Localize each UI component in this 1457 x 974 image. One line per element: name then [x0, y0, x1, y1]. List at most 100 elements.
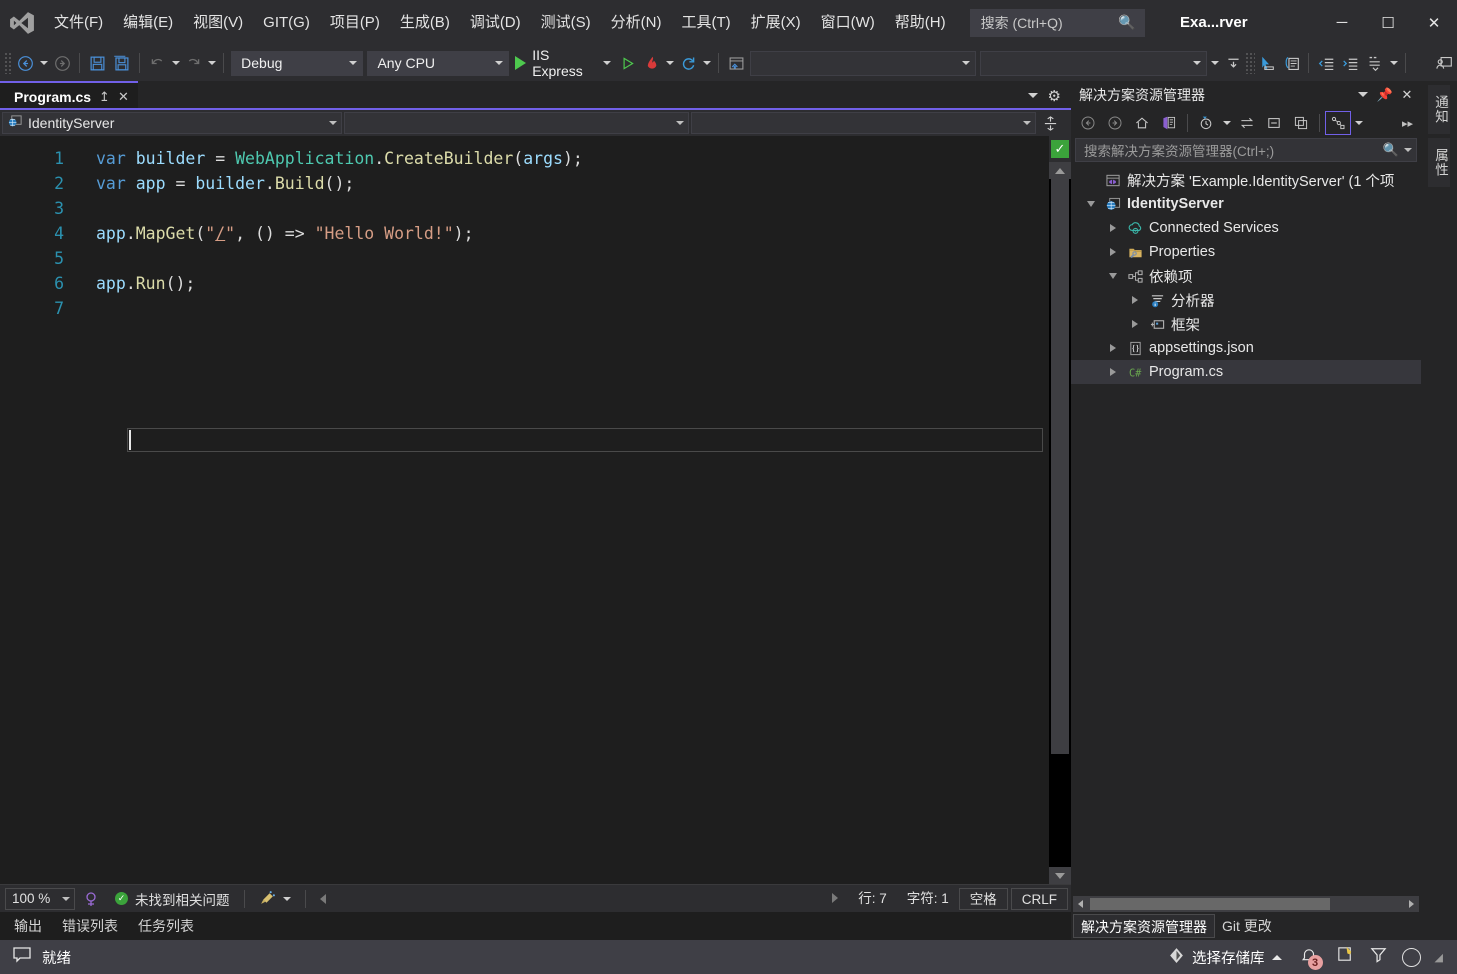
- line-down-icon[interactable]: [1221, 50, 1245, 76]
- solution-explorer-search-input[interactable]: 搜索解决方案资源管理器(Ctrl+;) 🔍: [1075, 138, 1417, 162]
- menu-item-help[interactable]: 帮助(H): [885, 0, 956, 45]
- toolbar-overflow-icon[interactable]: [1209, 50, 1221, 76]
- toolbar-grip[interactable]: [4, 52, 14, 74]
- twisty-expanded[interactable]: [1083, 192, 1099, 216]
- menu-item-tools[interactable]: 工具(T): [671, 0, 740, 45]
- maximize-button[interactable]: ☐: [1365, 0, 1411, 45]
- line-ending-indicator[interactable]: CRLF: [1010, 887, 1068, 910]
- tab-git-changes[interactable]: Git 更改: [1215, 914, 1279, 938]
- outdent-icon[interactable]: [1314, 50, 1338, 76]
- twisty-collapsed[interactable]: [1127, 312, 1143, 336]
- tree-item-dependencies[interactable]: 依赖项: [1071, 264, 1421, 288]
- menu-item-window[interactable]: 窗口(W): [811, 0, 885, 45]
- close-button[interactable]: ✕: [1411, 0, 1457, 45]
- menu-item-edit[interactable]: 编辑(E): [113, 0, 183, 45]
- navigate-backward-dropdown-icon[interactable]: [38, 50, 50, 76]
- tree-item-connected-services[interactable]: Connected Services: [1071, 216, 1421, 240]
- toolbar-combo-empty-1[interactable]: [750, 50, 977, 76]
- feedback-smiley-icon[interactable]: [1336, 945, 1355, 969]
- comment-lines-icon[interactable]: [1363, 50, 1387, 76]
- resize-grip-icon[interactable]: ◢: [1435, 951, 1443, 964]
- view-options-dropdown-icon[interactable]: [1352, 110, 1365, 136]
- close-icon[interactable]: ✕: [1397, 84, 1417, 106]
- indent-icon[interactable]: [1339, 50, 1363, 76]
- feedback-icon[interactable]: [1433, 50, 1457, 76]
- view-options-icon[interactable]: [1325, 111, 1351, 135]
- tree-item-appsettings-json[interactable]: appsettings.json: [1071, 336, 1421, 360]
- scrollbar-track[interactable]: [1049, 179, 1071, 867]
- code-health-indicator-icon[interactable]: ✓: [1051, 140, 1069, 158]
- status-scroll-left-icon[interactable]: [312, 885, 334, 913]
- scrollbar-thumb[interactable]: [1051, 179, 1069, 754]
- menu-item-debug[interactable]: 调试(D): [460, 0, 531, 45]
- code-cleanup-icon[interactable]: [251, 885, 299, 913]
- repository-selector[interactable]: 选择存储库: [1168, 947, 1282, 968]
- intellicode-icon[interactable]: [75, 885, 107, 913]
- twisty-collapsed[interactable]: [1105, 240, 1121, 264]
- pointer-select-icon[interactable]: [1255, 50, 1279, 76]
- tree-item-program-cs[interactable]: C# Program.cs: [1071, 360, 1421, 384]
- comment-dropdown-icon[interactable]: [1387, 50, 1399, 76]
- redo-dropdown-icon[interactable]: [206, 50, 218, 76]
- back-icon[interactable]: [1075, 111, 1101, 135]
- tab-program-cs[interactable]: Program.cs ↥ ✕: [0, 81, 138, 110]
- clipboard-paste-icon[interactable]: [1279, 50, 1303, 76]
- forward-icon[interactable]: [1102, 111, 1128, 135]
- tree-item-solution[interactable]: 解决方案 'Example.IdentityServer' (1 个项: [1071, 168, 1421, 192]
- menu-item-analyze[interactable]: 分析(N): [601, 0, 672, 45]
- browser-preview-icon[interactable]: [724, 50, 748, 76]
- scroll-left-button[interactable]: [1073, 896, 1088, 912]
- menu-item-project[interactable]: 项目(P): [320, 0, 390, 45]
- start-without-debugging-icon[interactable]: [615, 50, 639, 76]
- navbar-project-combo[interactable]: IdentityServer: [2, 112, 342, 134]
- redo-icon[interactable]: [182, 50, 206, 76]
- panel-menu-chevron-icon[interactable]: [1353, 84, 1373, 106]
- scroll-up-button[interactable]: [1049, 162, 1071, 179]
- pin-icon[interactable]: ↥: [99, 89, 110, 105]
- refresh-dropdown-icon[interactable]: [701, 50, 713, 76]
- zoom-level-combo[interactable]: 100 %: [5, 887, 75, 910]
- start-debug-button[interactable]: IIS Express: [511, 47, 615, 79]
- navigate-backward-icon[interactable]: [13, 50, 37, 76]
- hscroll-thumb[interactable]: [1090, 898, 1330, 910]
- code-surface[interactable]: 1 var builder = WebApplication.CreateBuil…: [0, 136, 1049, 884]
- menu-item-extensions[interactable]: 扩展(X): [741, 0, 811, 45]
- account-circle-icon[interactable]: [1401, 947, 1421, 967]
- chevron-down-icon[interactable]: [1027, 93, 1038, 98]
- issues-status[interactable]: ✓ 未找到相关问题: [107, 885, 238, 913]
- scroll-down-button[interactable]: [1049, 867, 1071, 884]
- sync-with-active-document-icon[interactable]: [1234, 111, 1260, 135]
- split-editor-icon[interactable]: [1038, 111, 1062, 135]
- filter-funnel-icon[interactable]: [1369, 945, 1388, 969]
- pin-icon[interactable]: 📌: [1375, 84, 1395, 106]
- minimize-button[interactable]: ─: [1319, 0, 1365, 45]
- tree-item-identityserver[interactable]: IdentityServer: [1071, 192, 1421, 216]
- menu-item-git[interactable]: GIT(G): [253, 0, 320, 45]
- undo-dropdown-icon[interactable]: [169, 50, 181, 76]
- home-icon[interactable]: [1129, 111, 1155, 135]
- menu-item-file[interactable]: 文件(F): [44, 0, 113, 45]
- solution-explorer-horizontal-scrollbar[interactable]: [1073, 896, 1419, 912]
- refresh-icon[interactable]: [676, 50, 700, 76]
- hot-reload-icon[interactable]: [640, 50, 664, 76]
- menu-item-test[interactable]: 测试(S): [531, 0, 601, 45]
- solution-platform-combo[interactable]: Any CPU: [367, 50, 510, 76]
- twisty-collapsed[interactable]: [1105, 216, 1121, 240]
- toolbar-combo-empty-2[interactable]: [980, 50, 1207, 76]
- toolbar-overflow-icon[interactable]: ▸▸: [1402, 117, 1417, 130]
- toolbar-grip-2[interactable]: [1245, 52, 1255, 74]
- hot-reload-dropdown-icon[interactable]: [664, 50, 676, 76]
- rail-tab-properties[interactable]: 属性: [1428, 138, 1450, 187]
- navbar-member-combo[interactable]: [691, 112, 1036, 134]
- solution-configuration-combo[interactable]: Debug: [231, 50, 364, 76]
- tree-item-frameworks[interactable]: 框架: [1071, 312, 1421, 336]
- history-dropdown-icon[interactable]: [1220, 110, 1233, 136]
- indent-mode-indicator[interactable]: 空格: [958, 887, 1008, 910]
- twisty-collapsed[interactable]: [1105, 336, 1121, 360]
- save-all-icon[interactable]: [110, 50, 134, 76]
- save-icon[interactable]: [85, 50, 109, 76]
- close-icon[interactable]: ✕: [118, 89, 129, 105]
- twisty-collapsed[interactable]: [1105, 360, 1121, 384]
- tree-item-properties[interactable]: Properties: [1071, 240, 1421, 264]
- menu-item-view[interactable]: 视图(V): [183, 0, 253, 45]
